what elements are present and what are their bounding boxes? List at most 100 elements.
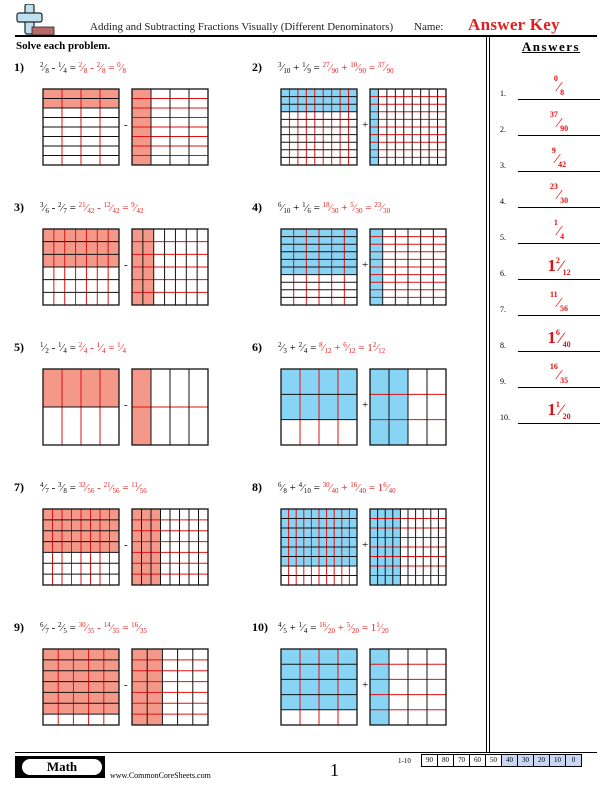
shaded-cell [43, 692, 119, 704]
score-cell: 50 [485, 754, 502, 767]
shaded-cell [281, 89, 357, 97]
shaded-cell [43, 254, 119, 267]
answer-number: 2. [500, 125, 506, 134]
equivalent-step: 16⁄20 + 5⁄20 = 11⁄20 [319, 621, 389, 635]
fraction-a: 4⁄7 [40, 481, 49, 495]
operator-sign: - [124, 119, 128, 131]
fraction-model-a [42, 648, 120, 726]
answer-row: 3. 9⁄42 [490, 136, 612, 172]
equivalent-step: 32⁄56 - 21⁄56 = 11⁄56 [78, 481, 147, 495]
equivalent-step: 21⁄42 - 12⁄42 = 9⁄42 [78, 201, 144, 215]
answer-value: 11⁄20 [547, 399, 571, 421]
fraction-b: 3⁄8 [58, 481, 67, 495]
answer-value: 0⁄8 [553, 73, 565, 97]
answer-row: 2. 37⁄90 [490, 100, 612, 136]
equivalent-step: 2⁄8 - 2⁄8 = 0⁄8 [78, 61, 126, 75]
operator-sign: + [362, 259, 369, 271]
answer-number: 10. [500, 413, 510, 422]
answer-value: 12⁄12 [547, 255, 571, 277]
fraction-a: 6⁄8 [278, 481, 287, 495]
fraction-b: 2⁄4 [298, 341, 308, 355]
score-cell: 80 [437, 754, 454, 767]
shaded-cell [370, 369, 389, 445]
score-cell: 40 [501, 754, 518, 767]
operator-sign: - [124, 259, 128, 271]
problem-number: 10) [252, 620, 268, 634]
footer-divider [15, 752, 597, 753]
fraction-a: 2⁄3 [278, 341, 287, 355]
fraction-a: 1⁄2 [40, 341, 49, 355]
score-cell: 90 [421, 754, 438, 767]
answer-row: 7. 11⁄56 [490, 280, 612, 316]
score-table: 90 80 70 60 50 40 30 20 10 0 [421, 754, 582, 767]
fraction-a: 4⁄5 [278, 621, 287, 635]
fraction-model-a [42, 88, 120, 166]
score-cell: 60 [469, 754, 486, 767]
score-range-label: 1-10 [398, 757, 411, 765]
answer-value: 1⁄4 [553, 217, 565, 241]
answer-number: 6. [500, 269, 506, 278]
answer-value: 11⁄56 [550, 289, 568, 313]
answer-value: 16⁄40 [547, 327, 571, 349]
fraction-model-b [369, 228, 447, 306]
problem-number: 8) [252, 480, 262, 494]
fraction-model-b [369, 648, 447, 726]
equivalent-step: 2⁄4 - 1⁄4 = 1⁄4 [78, 341, 126, 355]
equation: 4⁄7 - 3⁄8 = 32⁄56 - 21⁄56 = 11⁄56 [40, 481, 147, 495]
shaded-cell [43, 649, 119, 660]
score-cell: 30 [517, 754, 534, 767]
operator-sign: + [362, 679, 369, 691]
problem-number: 3) [14, 200, 24, 214]
answer-value: 37⁄90 [549, 109, 569, 133]
site-link[interactable]: www.CommonCoreSheets.com [110, 771, 211, 780]
answer-number: 1. [500, 89, 506, 98]
operator-sign: + [362, 119, 369, 131]
equivalent-step: 27⁄90 + 10⁄90 = 37⁄90 [322, 61, 394, 75]
fraction-model-a [280, 508, 358, 586]
shaded-cell [43, 681, 119, 693]
fraction-model-a [280, 88, 358, 166]
answer-number: 8. [500, 341, 506, 350]
fraction-model-a [280, 648, 358, 726]
answer-value: 23⁄30 [549, 181, 569, 205]
answer-number: 9. [500, 377, 506, 386]
fraction-model-b [131, 88, 209, 166]
header-divider [15, 35, 597, 37]
fraction-model-b [131, 648, 209, 726]
operator-sign: - [124, 679, 128, 691]
plus-minus-logo-icon [16, 4, 55, 36]
equation: 3⁄10 + 1⁄9 = 27⁄90 + 10⁄90 = 37⁄90 [278, 61, 394, 75]
equation: 6⁄7 - 2⁄5 = 30⁄35 - 14⁄35 = 16⁄35 [40, 621, 147, 635]
score-cell: 0 [565, 754, 582, 767]
fraction-a: 6⁄7 [40, 621, 49, 635]
equation: 6⁄8 + 4⁄10 = 30⁄40 + 16⁄40 = 16⁄40 [278, 481, 396, 495]
answer-row: 5. 1⁄4 [490, 208, 612, 244]
fraction-b: 1⁄6 [302, 201, 311, 215]
equivalent-step: 8⁄12 + 6⁄12 = 12⁄12 [319, 341, 386, 355]
fraction-b: 2⁄5 [58, 621, 67, 635]
shaded-cell [43, 659, 119, 671]
problem-number: 9) [14, 620, 24, 634]
shaded-cell [43, 229, 119, 242]
operator-sign: - [124, 399, 128, 411]
problem-number: 6) [252, 340, 262, 354]
operator-sign: + [362, 399, 369, 411]
shaded-cell [141, 509, 151, 585]
shaded-cell [43, 703, 119, 715]
fraction-model-a [280, 228, 358, 306]
problem-number: 7) [14, 480, 24, 494]
fraction-model-b [369, 88, 447, 166]
answer-value: 9⁄42 [551, 145, 567, 169]
shaded-cell [389, 369, 408, 445]
fraction-b: 4⁄10 [298, 481, 311, 495]
fraction-model-a [280, 368, 358, 446]
answer-line[interactable] [518, 423, 600, 424]
column-divider [486, 37, 487, 752]
fraction-model-b [131, 368, 209, 446]
answer-row: 1. 0⁄8 [490, 64, 612, 100]
page-number: 1 [330, 760, 339, 780]
answer-row: 9. 16⁄35 [490, 352, 612, 388]
equation: 4⁄5 + 1⁄4 = 16⁄20 + 5⁄20 = 11⁄20 [278, 621, 389, 635]
operator-sign: - [124, 539, 128, 551]
answer-value: 16⁄35 [549, 361, 569, 385]
